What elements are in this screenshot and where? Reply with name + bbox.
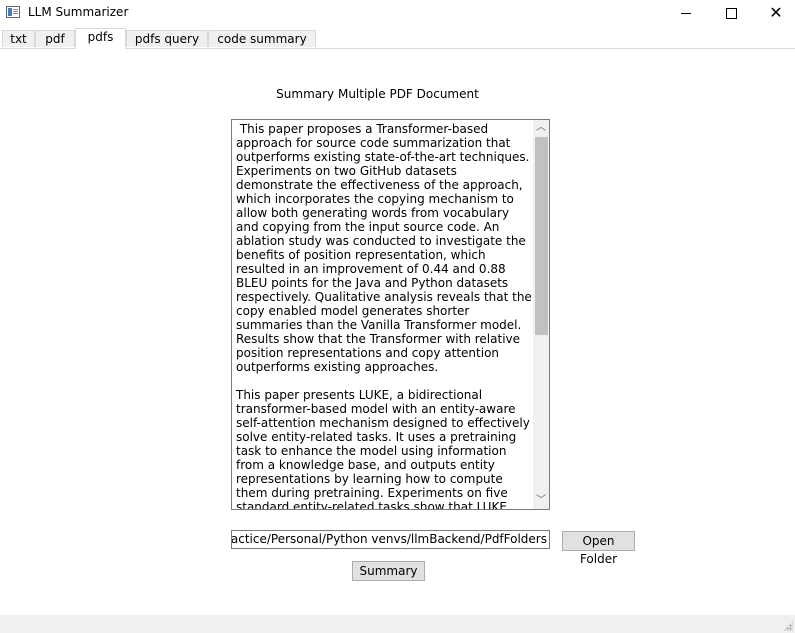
folder-path-input[interactable]: ractice/Personal/Python venvs/llmBackend… [231,530,550,549]
tab-pdfs-query[interactable]: pdfs query [126,30,208,47]
minimize-button[interactable] [663,0,709,26]
tab-code-summary[interactable]: code summary [208,30,316,47]
title-bar: LLM Summarizer ✕ [0,0,795,26]
tab-txt[interactable]: txt [2,30,35,47]
summary-button[interactable]: Summary [352,561,425,581]
tab-pdf[interactable]: pdf [35,30,75,47]
minimize-icon [681,12,691,14]
scrollbar-thumb[interactable] [535,137,548,335]
scroll-up-icon[interactable]: ︿ [533,120,549,136]
summary-text: This paper proposes a Transformer-based … [236,122,532,510]
open-folder-button[interactable]: Open Folder [562,531,635,566]
close-button[interactable]: ✕ [753,0,795,26]
maximize-icon [725,7,737,19]
maximize-button[interactable] [708,0,754,26]
resize-grip-icon[interactable] [783,621,793,631]
scroll-down-icon[interactable]: ﹀ [533,493,549,509]
close-icon: ✕ [769,3,783,22]
tab-strip: txt pdf pdfs pdfs query code summary [0,28,795,49]
summary-textarea[interactable]: This paper proposes a Transformer-based … [231,119,550,510]
window-title: LLM Summarizer [28,5,129,19]
tab-pdfs[interactable]: pdfs [75,28,126,49]
folder-path-value: ractice/Personal/Python venvs/llmBackend… [231,532,547,546]
page-title: Summary Multiple PDF Document [276,87,479,101]
status-bar [0,615,795,633]
app-window-icon [6,6,20,18]
scrollbar[interactable]: ︿ ﹀ [533,120,549,509]
